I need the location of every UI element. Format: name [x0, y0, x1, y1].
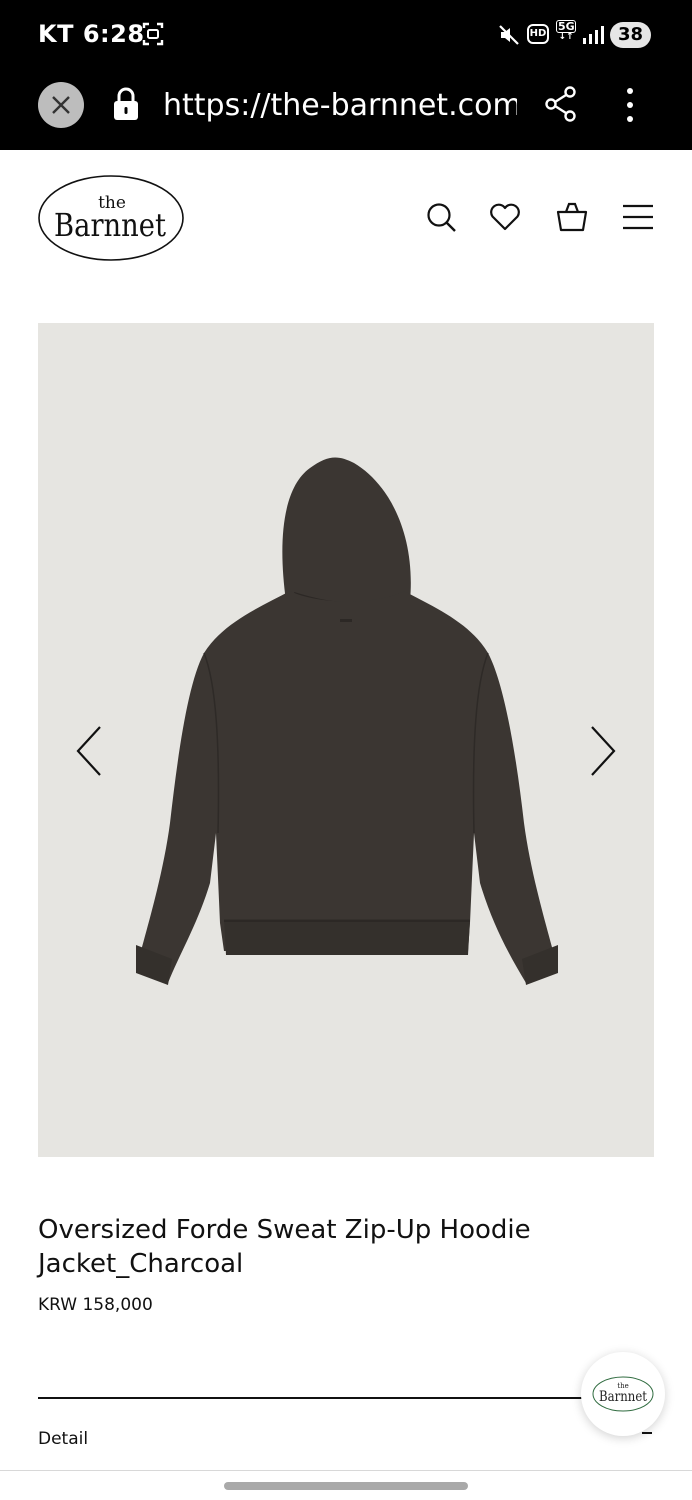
logo-main-text: Barnnet	[54, 206, 166, 244]
home-indicator[interactable]	[224, 1482, 468, 1490]
signal-icon	[583, 26, 604, 44]
data-arrows-icon: ↓↑	[558, 32, 574, 42]
status-bar: KT 6:28 HD 5G ↓↑ 38	[0, 0, 692, 72]
product-image-hoodie	[136, 457, 558, 985]
floating-logo-button[interactable]: the Barnnet	[581, 1352, 665, 1436]
collapse-icon[interactable]	[642, 1432, 652, 1434]
bag-icon[interactable]	[555, 200, 589, 234]
product-title: Oversized Forde Sweat Zip-Up Hoodie Jack…	[38, 1215, 531, 1279]
section-divider	[38, 1397, 654, 1399]
share-icon[interactable]	[544, 86, 578, 122]
system-and-browser-bar: KT 6:28 HD 5G ↓↑ 38 https://the-barnnet.…	[0, 0, 692, 150]
detail-section-toggle[interactable]: Detail	[38, 1428, 88, 1450]
carrier-time: KT 6:28	[38, 20, 145, 48]
close-icon	[52, 96, 70, 114]
product-price: KRW 158,000	[38, 1295, 153, 1315]
barnnet-logo[interactable]: the Barnnet	[36, 174, 186, 262]
search-icon[interactable]	[424, 200, 458, 234]
lock-icon[interactable]	[112, 86, 140, 122]
url-field[interactable]: https://the-barnnet.com/p	[163, 86, 517, 126]
chevron-left-icon[interactable]	[70, 723, 110, 779]
barnnet-fab-logo: the Barnnet	[592, 1376, 654, 1412]
mute-icon	[499, 25, 519, 45]
fab-logo-main-text: Barnnet	[599, 1389, 647, 1405]
heart-icon[interactable]	[488, 200, 522, 234]
close-tab-button[interactable]	[38, 82, 84, 128]
chevron-right-icon[interactable]	[582, 723, 622, 779]
battery-level: 38	[610, 22, 651, 48]
site-header: the Barnnet	[0, 150, 692, 290]
menu-icon[interactable]	[621, 200, 655, 234]
browser-url-bar: https://the-barnnet.com/p	[0, 72, 692, 150]
more-icon[interactable]	[620, 86, 640, 124]
network-icon: 5G ↓↑	[556, 20, 576, 42]
product-image-gallery[interactable]	[38, 323, 654, 1157]
hd-badge: HD	[527, 24, 549, 44]
screenshot-icon	[142, 22, 164, 46]
